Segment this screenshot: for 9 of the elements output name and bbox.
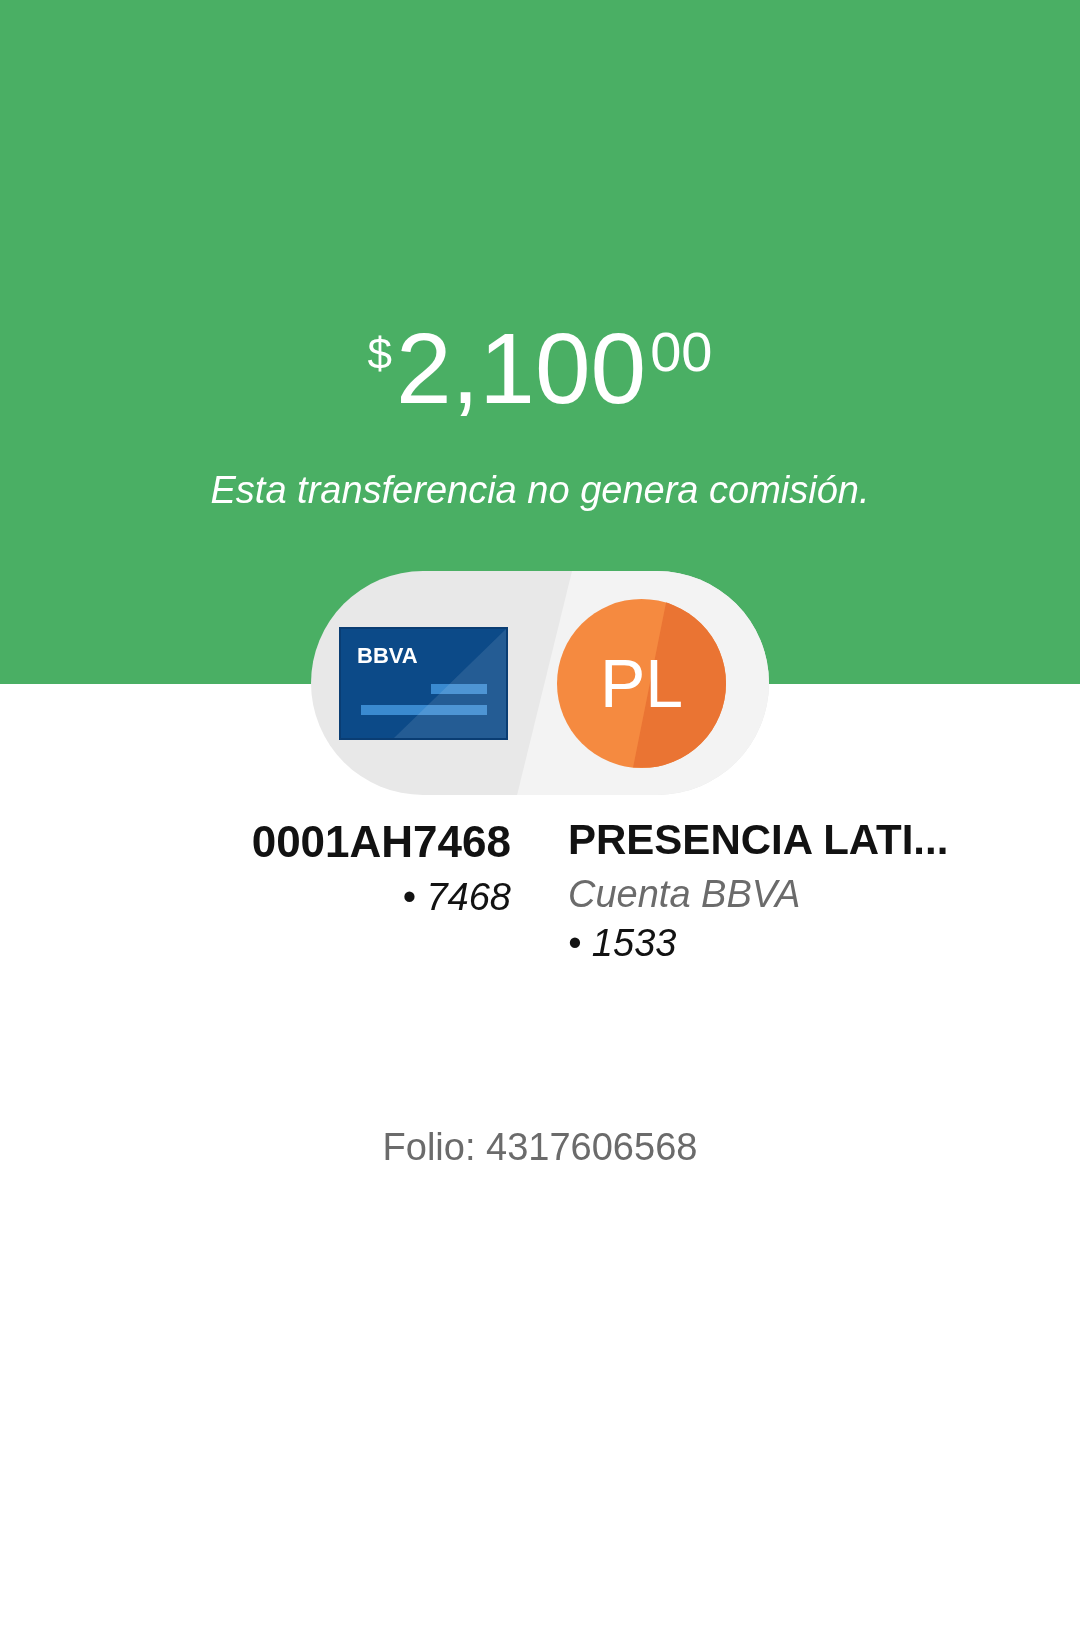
origin-account: • 7468 [402, 874, 511, 920]
fee-note: Esta transferencia no genera comisión. [210, 468, 870, 513]
origin-name: 0001AH7468 [251, 816, 511, 868]
card-brand: BBVA [357, 641, 418, 670]
avatar-initials: PL [599, 644, 684, 723]
recipient-name: PRESENCIA LATI... [568, 815, 949, 865]
folio-number: Folio: 4317606568 [382, 1124, 698, 1170]
recipient-account: • 1533 [568, 921, 677, 967]
recipient-bank: Cuenta BBVA [568, 871, 801, 917]
